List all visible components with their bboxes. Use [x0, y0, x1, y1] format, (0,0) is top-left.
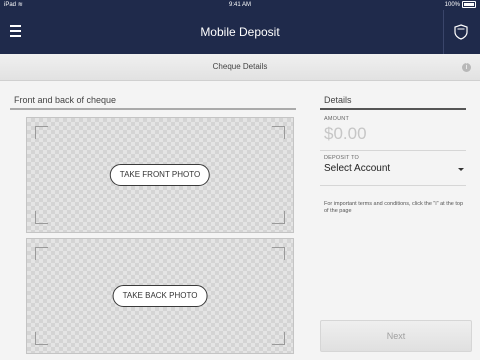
- select-account-value[interactable]: Select Account: [324, 163, 466, 174]
- frame-corner: [35, 126, 48, 139]
- frame-corner: [272, 247, 285, 260]
- terms-text: For important terms and conditions, clic…: [324, 201, 464, 214]
- subheader-title: Cheque Details: [212, 62, 268, 71]
- amount-label: AMOUNT: [324, 116, 350, 122]
- details-section-rule: [320, 108, 466, 110]
- amount-input[interactable]: $0.00: [324, 124, 466, 144]
- next-button[interactable]: Next: [320, 320, 472, 352]
- amount-field[interactable]: AMOUNT $0.00: [320, 116, 466, 151]
- frame-corner: [272, 211, 285, 224]
- frame-corner: [272, 332, 285, 345]
- chevron-down-icon[interactable]: [458, 168, 464, 171]
- battery-indicator: 100%: [445, 0, 476, 10]
- nav-divider: [443, 10, 444, 54]
- frame-corner: [35, 332, 48, 345]
- status-bar: iPad ≋ 9:41 AM 100%: [0, 0, 480, 10]
- front-photo-panel[interactable]: TAKE FRONT PHOTO: [26, 117, 294, 233]
- frame-corner: [35, 247, 48, 260]
- top-navigation-bar: Mobile Deposit: [0, 10, 480, 54]
- shield-icon[interactable]: [454, 24, 468, 40]
- deposit-to-label: DEPOSIT TO: [324, 155, 360, 161]
- details-section-title: Details: [324, 95, 352, 105]
- battery-icon: [462, 0, 476, 8]
- frame-corner: [35, 211, 48, 224]
- cheque-details-header: Cheque Details i: [0, 54, 480, 81]
- page-title: Mobile Deposit: [200, 25, 280, 39]
- info-icon[interactable]: i: [462, 63, 471, 72]
- take-back-photo-button[interactable]: TAKE BACK PHOTO: [112, 285, 208, 307]
- take-front-photo-button[interactable]: TAKE FRONT PHOTO: [109, 164, 211, 186]
- frame-corner: [272, 126, 285, 139]
- back-photo-panel[interactable]: TAKE BACK PHOTO: [26, 238, 294, 354]
- photos-section-title: Front and back of cheque: [14, 95, 117, 105]
- deposit-to-select[interactable]: DEPOSIT TO Select Account: [320, 155, 466, 186]
- photos-section-rule: [10, 108, 296, 110]
- status-time: 9:41 AM: [228, 2, 251, 8]
